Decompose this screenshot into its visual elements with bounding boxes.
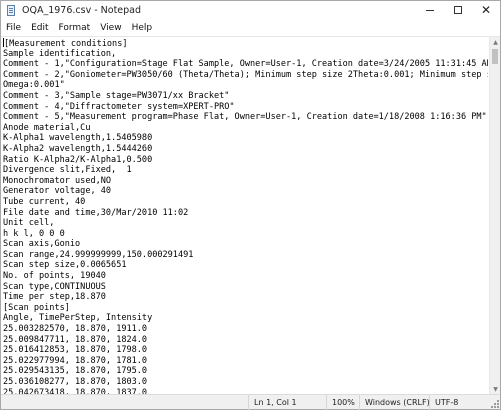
text-line: Comment - 1,"Configuration=Stage Flat Sa… bbox=[3, 59, 488, 70]
text-line: Comment - 3,"Sample stage=PW3071/xx Brac… bbox=[3, 90, 230, 101]
text-line: Unit cell, bbox=[3, 218, 55, 229]
menu-view[interactable]: View bbox=[95, 23, 126, 33]
cursor-position: Ln 1, Col 1 bbox=[248, 395, 326, 410]
text-line: Comment - 2,"Goniometer=PW3050/60 (Theta… bbox=[3, 69, 488, 80]
text-line: Monochromator used,NO bbox=[3, 175, 112, 186]
text-line: Time per step,18.870 bbox=[3, 292, 106, 303]
text-line: Anode material,Cu bbox=[3, 122, 91, 133]
menu-file[interactable]: File bbox=[1, 23, 26, 33]
menu-format[interactable]: Format bbox=[54, 23, 96, 33]
window-title: OQA_1976.csv - Notepad bbox=[22, 4, 142, 16]
vertical-scrollbar[interactable]: ▲ ▼ bbox=[489, 37, 500, 395]
menu-bar: File Edit Format View Help bbox=[1, 19, 500, 36]
zoom-level: 100% bbox=[326, 395, 359, 410]
text-content[interactable]: [Measurement conditions] Sample identific… bbox=[3, 38, 488, 394]
maximize-icon bbox=[454, 6, 462, 14]
text-line: K-Alpha1 wavelength,1.5405980 bbox=[3, 133, 153, 144]
text-editor[interactable]: [Measurement conditions] Sample identific… bbox=[1, 36, 500, 395]
text-line: 25.009847711, 18.870, 1824.0 bbox=[3, 334, 148, 345]
status-bar: Ln 1, Col 1 100% Windows (CRLF) UTF-8 bbox=[1, 394, 500, 410]
maximize-button[interactable] bbox=[444, 1, 472, 19]
text-line: Generator voltage, 40 bbox=[3, 186, 112, 197]
close-button[interactable]: ✕ bbox=[472, 1, 500, 19]
resize-grip-icon[interactable] bbox=[491, 400, 499, 408]
notepad-icon bbox=[6, 4, 17, 16]
text-line: Tube current, 40 bbox=[3, 196, 86, 207]
text-line: Scan range,24.999999999,150.000291491 bbox=[3, 249, 194, 260]
text-line: [Scan points] bbox=[3, 302, 70, 313]
close-icon: ✕ bbox=[480, 3, 492, 17]
text-line: Ratio K-Alpha2/K-Alpha1,0.500 bbox=[3, 154, 153, 165]
text-line: K-Alpha2 wavelength,1.5444260 bbox=[3, 143, 153, 154]
text-line-content: [Measurement conditions] bbox=[4, 39, 128, 49]
minimize-icon bbox=[426, 9, 434, 11]
text-line: File date and time,30/Mar/2010 11:02 bbox=[3, 207, 189, 218]
scroll-up-icon[interactable]: ▲ bbox=[490, 37, 501, 48]
title-bar[interactable]: OQA_1976.csv - Notepad ✕ bbox=[1, 1, 500, 19]
text-line: 25.029543135, 18.870, 1795.0 bbox=[3, 366, 148, 377]
minimize-button[interactable] bbox=[416, 1, 444, 19]
text-line: 25.003282570, 18.870, 1911.0 bbox=[3, 324, 148, 335]
text-line: h k l, 0 0 0 bbox=[3, 228, 65, 239]
menu-help[interactable]: Help bbox=[127, 23, 158, 33]
text-line: Angle, TimePerStep, Intensity bbox=[3, 313, 153, 324]
menu-edit[interactable]: Edit bbox=[26, 23, 53, 33]
scrollbar-thumb[interactable] bbox=[492, 49, 498, 64]
text-line: 25.036108277, 18.870, 1803.0 bbox=[3, 377, 148, 387]
text-line: Scan step size,0.0065651 bbox=[3, 260, 127, 271]
text-line: Sample identification, bbox=[3, 48, 117, 59]
text-line: 25.022977994, 18.870, 1781.0 bbox=[3, 355, 148, 366]
text-line: Scan axis,Gonio bbox=[3, 239, 81, 250]
text-line: Omega:0.001" bbox=[3, 80, 65, 91]
text-line: Scan type,CONTINUOUS bbox=[3, 281, 106, 292]
encoding: UTF-8 bbox=[429, 395, 487, 410]
text-line: 25.016412853, 18.870, 1798.0 bbox=[3, 345, 148, 356]
text-line: Comment - 4,"Diffractometer system=XPERT… bbox=[3, 101, 235, 112]
window-controls: ✕ bbox=[416, 1, 500, 19]
notepad-window: OQA_1976.csv - Notepad ✕ File Edit Forma… bbox=[0, 0, 501, 410]
text-line: [Measurement conditions] bbox=[3, 38, 488, 49]
line-ending: Windows (CRLF) bbox=[359, 395, 430, 410]
text-line: Divergence slit,Fixed, 1 bbox=[3, 165, 132, 176]
text-line: No. of points, 19040 bbox=[3, 271, 106, 282]
text-line: Comment - 5,"Measurement program=Phase F… bbox=[3, 112, 487, 123]
